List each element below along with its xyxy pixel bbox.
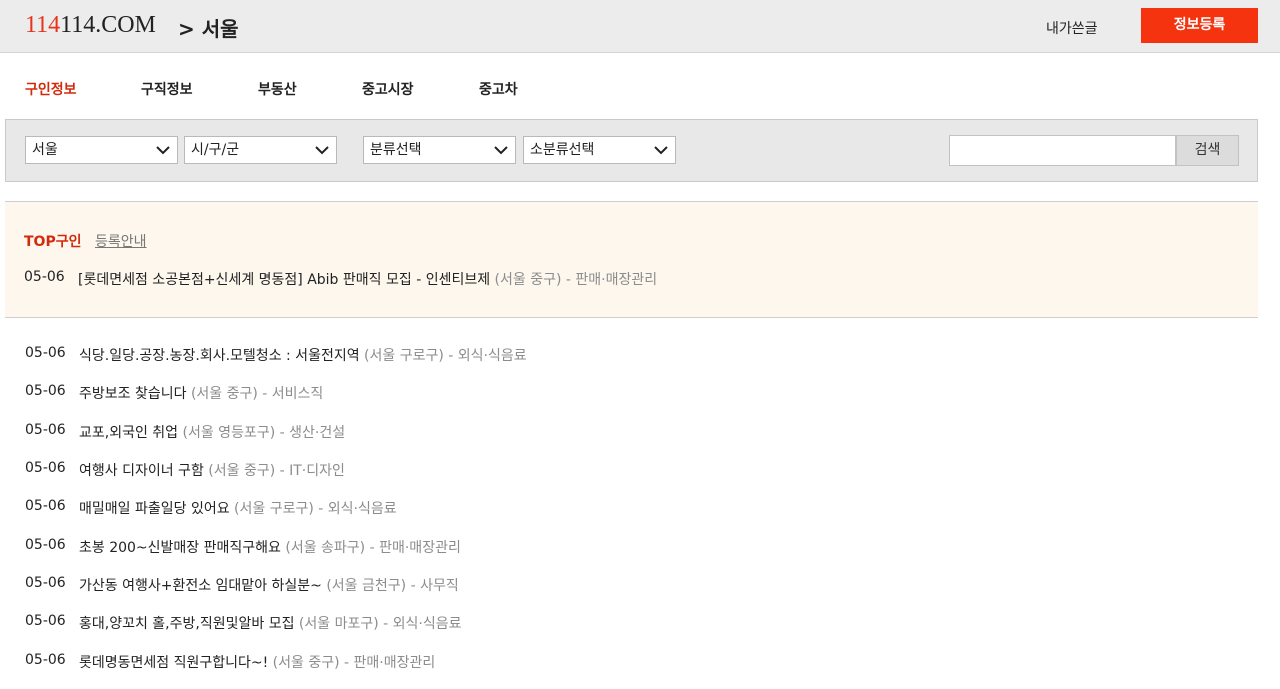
listing-date: 05-06	[25, 613, 66, 629]
list-item: 05-06 여행사 디자이너 구함 (서울 중구) - IT·디자인	[25, 460, 1225, 480]
list-item: 05-06 교포,외국인 취업 (서울 영등포구) - 생산·건설	[25, 422, 1225, 442]
category-select-value: 분류선택	[370, 142, 422, 158]
listing-title: 식당.일당.공장.농장.회사.모텔청소 : 서울전지역	[79, 348, 360, 364]
listing-title: 주방보조 찾습니다	[79, 386, 187, 402]
listing-meta: (서울 중구) - 판매·매장관리	[268, 655, 436, 671]
list-item: 05-06 주방보조 찾습니다 (서울 중구) - 서비스직	[25, 383, 1225, 403]
listing-link[interactable]: 롯데명동면세점 직원구합니다~! (서울 중구) - 판매·매장관리	[79, 652, 435, 672]
listing-date: 05-06	[25, 345, 66, 361]
nav-item-used-cars[interactable]: 중고차	[479, 79, 518, 99]
listing-link[interactable]: 교포,외국인 취업 (서울 영등포구) - 생산·건설	[79, 422, 345, 442]
listing-link[interactable]: 여행사 디자이너 구함 (서울 중구) - IT·디자인	[79, 460, 345, 480]
top-title: TOP구인	[24, 234, 82, 250]
listing-date: 05-06	[24, 269, 65, 285]
list-item: 05-06 가산동 여행사+환전소 임대맡아 하실분~ (서울 금천구) - 사…	[25, 575, 1225, 595]
district-select-value: 시/구/군	[191, 142, 240, 158]
top-list-item: 05-06 [롯데면세점 소공본점+신세계 명동점] Abib 판매직 모집 -…	[24, 269, 1224, 289]
site-logo[interactable]: 114114.COM	[25, 12, 156, 39]
district-select[interactable]: 시/구/군	[184, 136, 337, 164]
listing-meta: (서울 중구) - 서비스직	[186, 386, 324, 402]
listing-date: 05-06	[25, 575, 66, 591]
listing-date: 05-06	[25, 652, 66, 668]
listing-meta: (서울 중구) - IT·디자인	[203, 463, 345, 479]
listing-meta: (서울 구로구) - 외식·식음료	[229, 501, 397, 517]
list-item: 05-06 홍대,양꼬치 홀,주방,직원및알바 모집 (서울 마포구) - 외식…	[25, 613, 1225, 633]
listing-link[interactable]: 홍대,양꼬치 홀,주방,직원및알바 모집 (서울 마포구) - 외식·식음료	[79, 613, 461, 633]
listing-link[interactable]: [롯데면세점 소공본점+신세계 명동점] Abib 판매직 모집 - 인센티브제…	[78, 269, 657, 289]
listing-meta: (서울 영등포구) - 생산·건설	[178, 425, 346, 441]
nav-item-job-seekers[interactable]: 구직정보	[141, 79, 193, 99]
listing-link[interactable]: 초봉 200~신발매장 판매직구해요 (서울 송파구) - 판매·매장관리	[79, 537, 461, 557]
list-item: 05-06 매밀매일 파출일당 있어요 (서울 구로구) - 외식·식음료	[25, 498, 1225, 518]
listing-date: 05-06	[25, 422, 66, 438]
chevron-down-icon	[156, 146, 170, 155]
chevron-down-icon	[315, 146, 329, 155]
city-select-value: 서울	[32, 142, 58, 158]
registration-guide-link[interactable]: 등록안내	[95, 231, 147, 251]
list-item: 05-06 식당.일당.공장.농장.회사.모텔청소 : 서울전지역 (서울 구로…	[25, 345, 1225, 365]
region-title: > 서울	[178, 17, 239, 41]
listing-title: 롯데명동면세점 직원구합니다~!	[79, 655, 269, 671]
listing-meta: (서울 중구) - 판매·매장관리	[490, 272, 658, 288]
listing-date: 05-06	[25, 460, 66, 476]
nav-item-used-market[interactable]: 중고시장	[362, 79, 414, 99]
search-input[interactable]	[949, 135, 1176, 166]
top-listings-box: TOP구인 등록안내 05-06 [롯데면세점 소공본점+신세계 명동점] Ab…	[5, 201, 1258, 318]
listing-date: 05-06	[25, 537, 66, 553]
listing-link[interactable]: 가산동 여행사+환전소 임대맡아 하실분~ (서울 금천구) - 사무직	[79, 575, 459, 595]
listing-date: 05-06	[25, 383, 66, 399]
list-item: 05-06 롯데명동면세점 직원구합니다~! (서울 중구) - 판매·매장관리	[25, 652, 1225, 672]
listing-meta: (서울 송파구) - 판매·매장관리	[280, 540, 461, 556]
my-posts-link[interactable]: 내가쓴글	[1046, 18, 1098, 38]
search-button[interactable]: 검색	[1176, 135, 1239, 166]
listing-date: 05-06	[25, 498, 66, 514]
logo-text: 114.COM	[60, 12, 156, 38]
category-select[interactable]: 분류선택	[363, 136, 516, 164]
listing-meta: (서울 마포구) - 외식·식음료	[294, 616, 462, 632]
listing-link[interactable]: 주방보조 찾습니다 (서울 중구) - 서비스직	[79, 383, 323, 403]
listing-title: [롯데면세점 소공본점+신세계 명동점] Abib 판매직 모집 - 인센티브제	[78, 272, 491, 288]
listing-meta: (서울 구로구) - 외식·식음료	[359, 348, 527, 364]
listing-title: 초봉 200~신발매장 판매직구해요	[79, 540, 281, 556]
listing-title: 여행사 디자이너 구함	[79, 463, 204, 479]
main-nav: 구인정보 구직정보 부동산 중고시장 중고차	[0, 70, 1280, 106]
search-panel: 서울 시/구/군 분류선택 소분류선택 검색	[5, 119, 1258, 182]
site-header: 114114.COM > 서울 내가쓴글 정보등록	[0, 0, 1280, 53]
listing-title: 매밀매일 파출일당 있어요	[79, 501, 230, 517]
chevron-down-icon	[494, 146, 508, 155]
listing-link[interactable]: 매밀매일 파출일당 있어요 (서울 구로구) - 외식·식음료	[79, 498, 397, 518]
listing-title: 홍대,양꼬치 홀,주방,직원및알바 모집	[79, 616, 295, 632]
listing-meta: (서울 금천구) - 사무직	[321, 578, 459, 594]
listing-link[interactable]: 식당.일당.공장.농장.회사.모텔청소 : 서울전지역 (서울 구로구) - 외…	[79, 345, 527, 365]
listing-title: 가산동 여행사+환전소 임대맡아 하실분~	[79, 578, 322, 594]
logo-red-part: 114	[25, 12, 61, 38]
job-listings: 05-06 식당.일당.공장.농장.회사.모텔청소 : 서울전지역 (서울 구로…	[25, 345, 1255, 685]
listing-title: 교포,외국인 취업	[79, 425, 179, 441]
register-button[interactable]: 정보등록	[1141, 8, 1258, 43]
subcategory-select-value: 소분류선택	[530, 142, 595, 158]
city-select[interactable]: 서울	[25, 136, 178, 164]
nav-item-job-offers[interactable]: 구인정보	[25, 79, 77, 99]
subcategory-select[interactable]: 소분류선택	[523, 136, 676, 164]
nav-item-real-estate[interactable]: 부동산	[258, 79, 297, 99]
chevron-down-icon	[654, 146, 668, 155]
list-item: 05-06 초봉 200~신발매장 판매직구해요 (서울 송파구) - 판매·매…	[25, 537, 1225, 557]
